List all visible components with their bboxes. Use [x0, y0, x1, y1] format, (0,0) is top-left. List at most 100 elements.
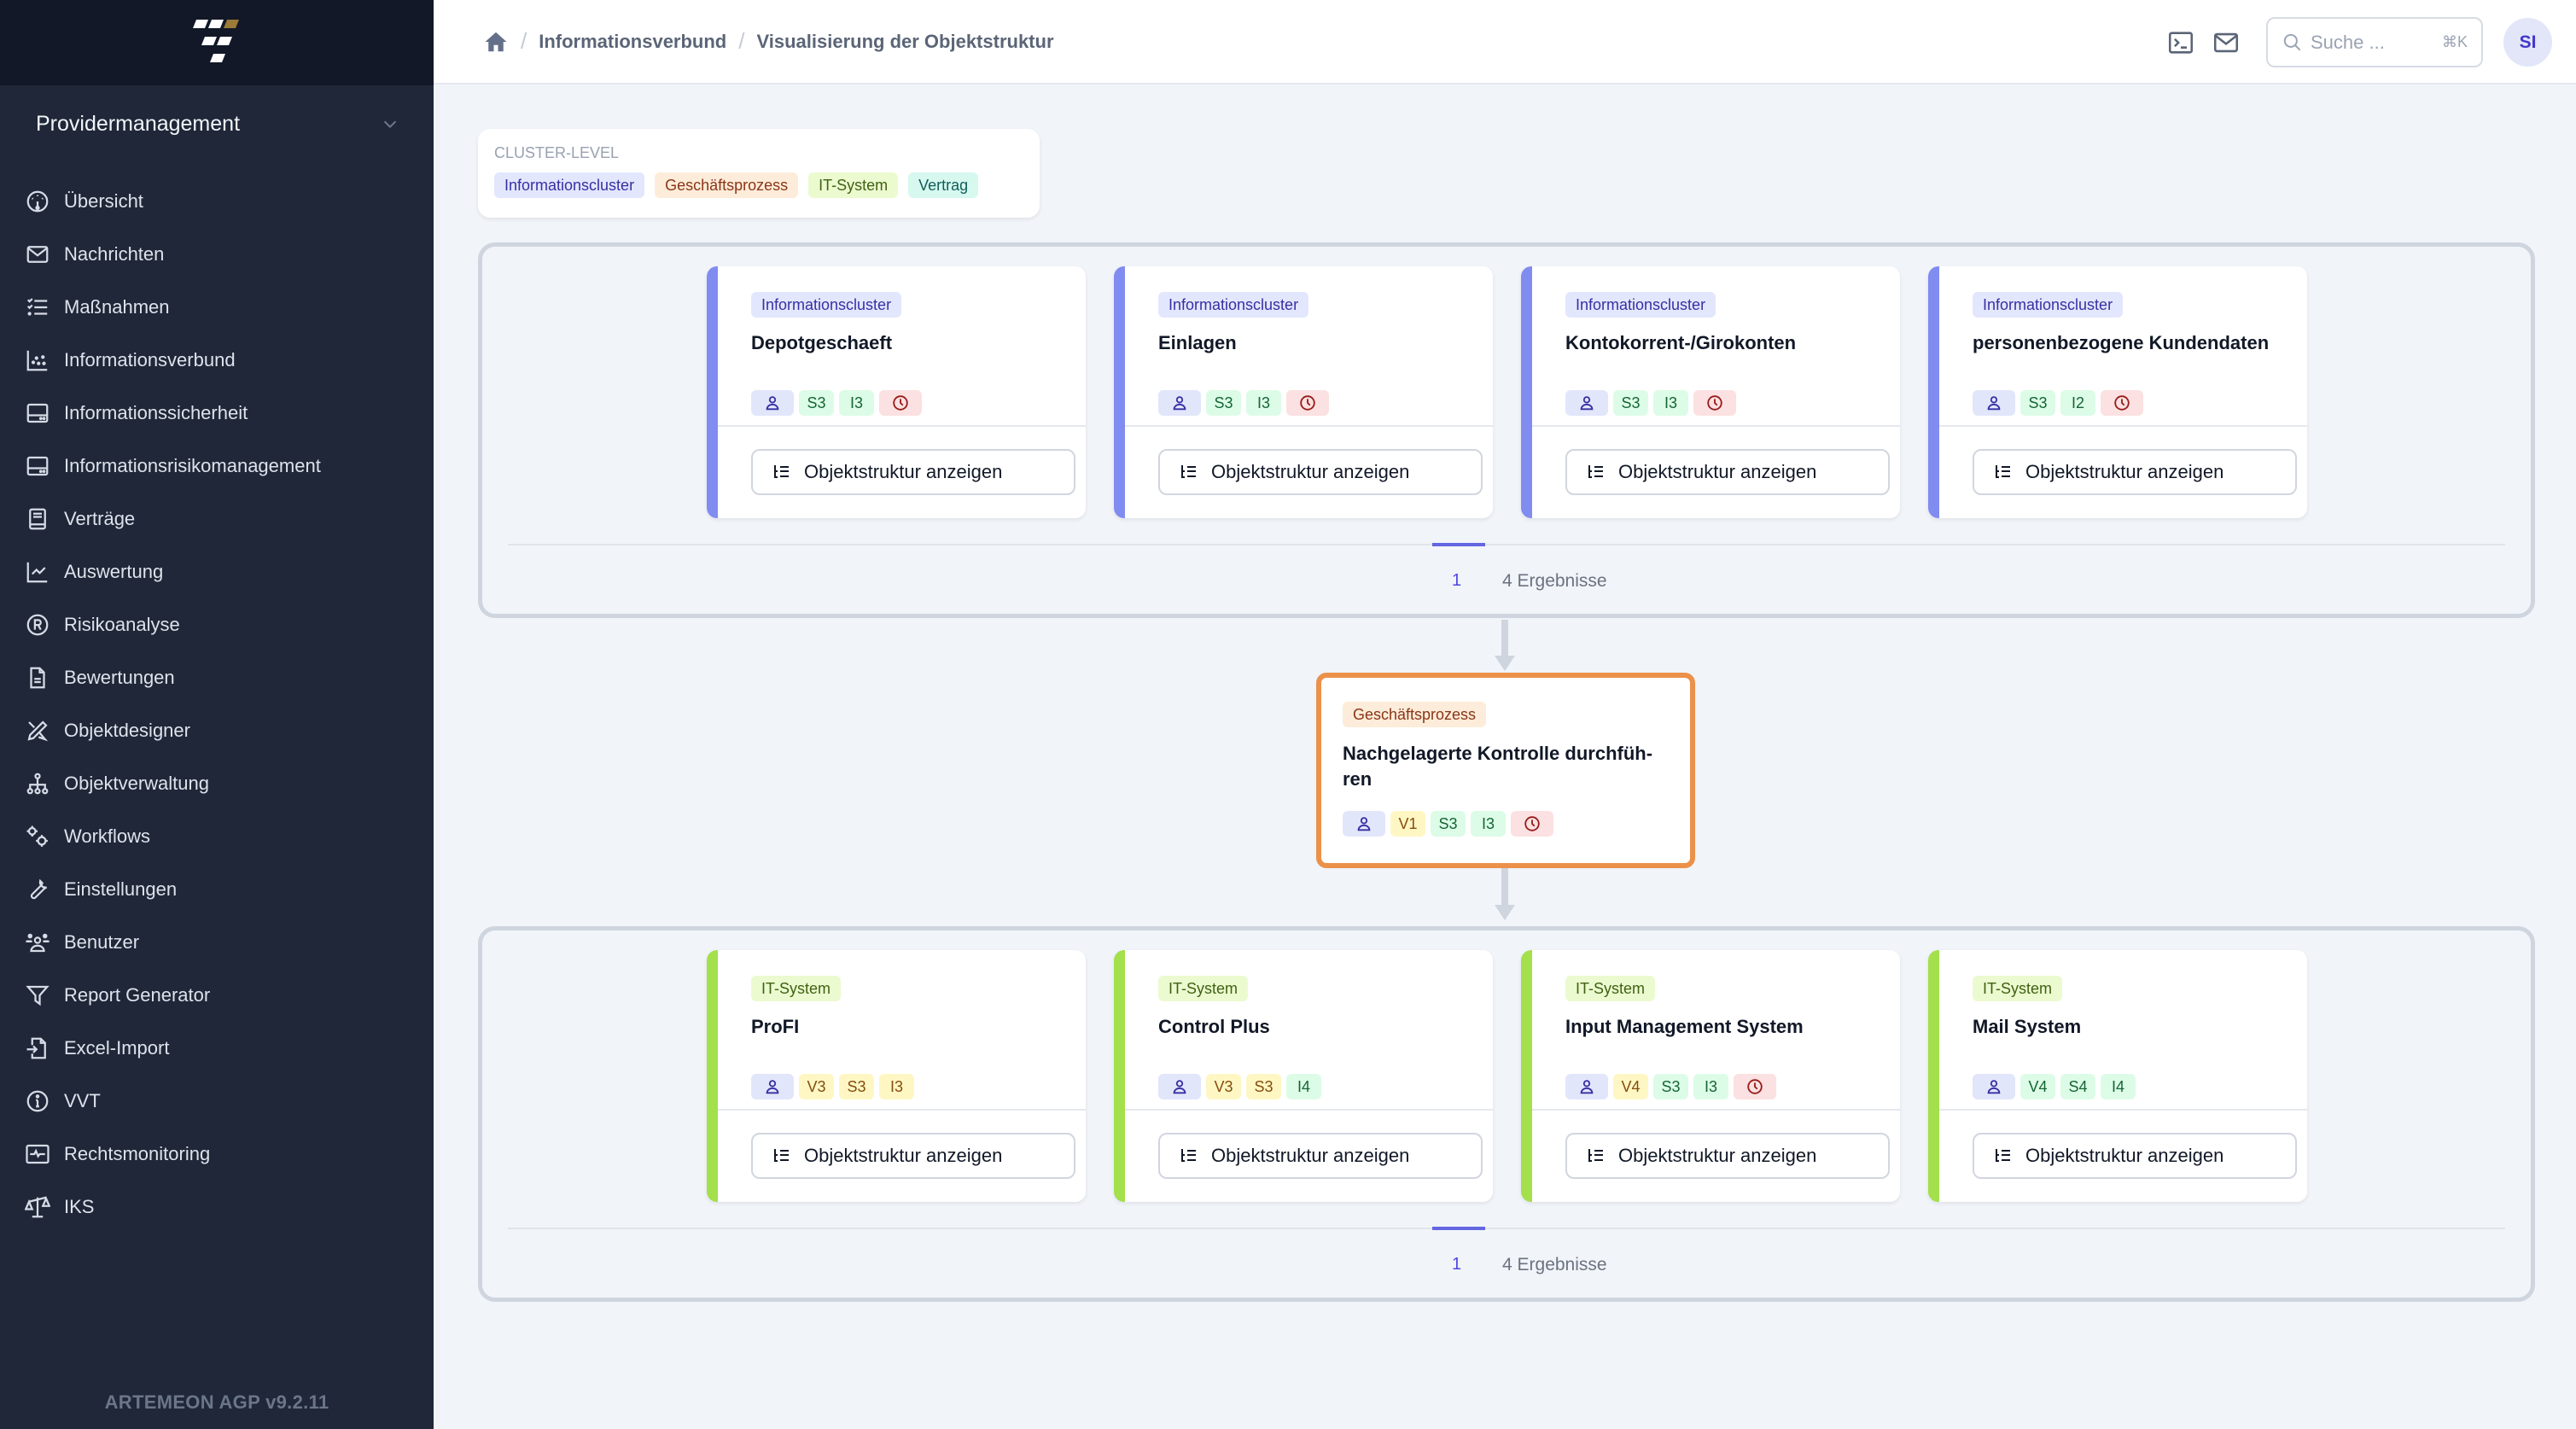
- button-label: Objektstruktur anzeigen: [1211, 1145, 1410, 1166]
- sidebar-item-objektdesigner[interactable]: Objektdesigner: [0, 704, 434, 757]
- sidebar-item-label: Objektverwaltung: [64, 773, 209, 794]
- sidebar-nav: Übersicht Nachrichten Maßnahmen Informat…: [0, 175, 434, 1234]
- protection-badges: S3 I3: [751, 390, 1086, 416]
- object-type-tag: IT-System: [1565, 976, 1656, 1001]
- card-footer: Objektstruktur anzeigen: [1928, 1111, 2307, 1179]
- object-card[interactable]: Informationscluster personenbezogene Kund…: [1928, 266, 2307, 518]
- pagination: 1 4 Ergebnisse: [508, 543, 2505, 595]
- sidebar-item-rechtsmonitoring[interactable]: Rechtsmonitoring: [0, 1128, 434, 1181]
- sidebar-item-report-generator[interactable]: Report Generator: [0, 969, 434, 1022]
- sidebar-item-vvt[interactable]: VVT: [0, 1075, 434, 1128]
- sidebar-item-label: VVT: [64, 1090, 101, 1111]
- object-card[interactable]: IT-System ProFI V3 S3 I3 Objektstruktur anzei…: [707, 950, 1086, 1202]
- object-card[interactable]: Informationscluster Depotgeschaeft S3 I3 Obj…: [707, 266, 1086, 518]
- show-object-structure-button[interactable]: Objektstruktur anzeigen: [1565, 449, 1890, 495]
- show-object-structure-button[interactable]: Objektstruktur anzeigen: [751, 449, 1075, 495]
- object-type-tag: IT-System: [751, 976, 842, 1001]
- owner-badge: [751, 1074, 794, 1099]
- object-card[interactable]: IT-System Mail System V4 S4 I4 Objektstruktur…: [1928, 950, 2307, 1202]
- object-title: Nachgelagerte Kontrolle durchfüh-ren: [1343, 743, 1653, 790]
- home-icon[interactable]: [483, 29, 509, 55]
- page-1-button[interactable]: 1: [1452, 571, 1461, 591]
- sidebar-item-informationssicherheit[interactable]: Informationssicherheit: [0, 387, 434, 440]
- sidebar-item-label: Report Generator: [64, 984, 211, 1006]
- sidebar-item-nachrichten[interactable]: Nachrichten: [0, 228, 434, 281]
- sidebar-item-iks[interactable]: IKS: [0, 1181, 434, 1234]
- legend-tag-vertrag: Vertrag: [908, 172, 979, 198]
- show-object-structure-button[interactable]: Objektstruktur anzeigen: [1973, 449, 2297, 495]
- breadcrumb-item-informationsverbund[interactable]: Informationsverbund: [539, 31, 726, 53]
- sidebar-item-uebersicht[interactable]: Übersicht: [0, 175, 434, 228]
- show-object-structure-button[interactable]: Objektstruktur anzeigen: [1565, 1133, 1890, 1179]
- protection-level-badge: S4: [2060, 1074, 2095, 1099]
- card-footer: Objektstruktur anzeigen: [1114, 1111, 1493, 1179]
- sidebar-item-label: Objektdesigner: [64, 720, 190, 741]
- card-body: IT-System Control Plus V3 S3 I4: [1125, 950, 1493, 1111]
- object-card[interactable]: Informationscluster Einlagen S3 I3 Objektstr…: [1114, 266, 1493, 518]
- show-object-structure-button[interactable]: Objektstruktur anzeigen: [1973, 1133, 2297, 1179]
- search-input[interactable]: Suche ... ⌘K: [2266, 17, 2483, 67]
- sidebar-item-informationsverbund[interactable]: Informationsverbund: [0, 334, 434, 387]
- scatter-chart-icon: [23, 346, 52, 375]
- parent-objects-group: Informationscluster Depotgeschaeft S3 I3 Obj…: [478, 242, 2535, 618]
- sidebar-item-einstellungen[interactable]: Einstellungen: [0, 863, 434, 916]
- show-object-structure-button[interactable]: Objektstruktur anzeigen: [1158, 449, 1483, 495]
- org-selector[interactable]: Providermanagement: [0, 85, 434, 162]
- info-circle-icon: [23, 1087, 52, 1116]
- tree-list-icon: [1181, 1149, 1196, 1162]
- protection-level-badge: S3: [799, 390, 834, 416]
- protection-level-badge: I3: [879, 1074, 914, 1099]
- terminal-button[interactable]: [2164, 26, 2198, 60]
- user-icon: [1987, 1080, 2001, 1094]
- card-list: IT-System ProFI V3 S3 I3 Objektstruktur anzei…: [707, 950, 2307, 1202]
- object-type-tag: Informationscluster: [1973, 292, 2124, 318]
- card-body: Informationscluster personenbezogene Kund…: [1939, 266, 2307, 427]
- top-bar: / Informationsverbund / Visualisierung d…: [434, 0, 2576, 85]
- focus-object-card[interactable]: Geschäftsprozess Nachgelagerte Kontrolle…: [1316, 673, 1695, 868]
- card-body: Informationscluster Kontokorrent-/Girokon…: [1532, 266, 1900, 427]
- sidebar-item-excel-import[interactable]: Excel-Import: [0, 1022, 434, 1075]
- envelope-icon: [2213, 32, 2239, 52]
- protection-badges: S3 I3: [1158, 390, 1493, 416]
- clock-icon: [2114, 395, 2130, 411]
- sidebar-item-label: Rechtsmonitoring: [64, 1143, 211, 1164]
- sidebar-item-objektverwaltung[interactable]: Objektverwaltung: [0, 757, 434, 810]
- page-1-button[interactable]: 1: [1452, 1255, 1461, 1274]
- show-object-structure-button[interactable]: Objektstruktur anzeigen: [1158, 1133, 1483, 1179]
- child-objects-group: IT-System ProFI V3 S3 I3 Objektstruktur anzei…: [478, 926, 2535, 1302]
- card-footer: Objektstruktur anzeigen: [1521, 1111, 1900, 1179]
- object-card[interactable]: IT-System Input Management System V4 S3 I3 Ob…: [1521, 950, 1900, 1202]
- user-icon: [766, 396, 779, 411]
- protection-badges: S3 I3: [1565, 390, 1900, 416]
- object-type-tag: Informationscluster: [1565, 292, 1716, 318]
- sidebar-item-bewertungen[interactable]: Bewertungen: [0, 651, 434, 704]
- line-chart-icon: [23, 557, 52, 586]
- object-card[interactable]: Informationscluster Kontokorrent-/Girokon…: [1521, 266, 1900, 518]
- sidebar-item-workflows[interactable]: Workflows: [0, 810, 434, 863]
- sidebar-item-risikoanalyse[interactable]: Risikoanalyse: [0, 598, 434, 651]
- messages-button[interactable]: [2209, 26, 2243, 60]
- dashboard-gauge-icon: [23, 187, 52, 216]
- logo[interactable]: [0, 0, 434, 85]
- overdue-badge: [1511, 811, 1553, 837]
- sidebar: Providermanagement Übersicht Nachrichten…: [0, 0, 434, 1429]
- sidebar-item-auswertung[interactable]: Auswertung: [0, 545, 434, 598]
- sidebar-item-vertraege[interactable]: Verträge: [0, 493, 434, 545]
- clock-icon: [1747, 1079, 1763, 1094]
- button-label: Objektstruktur anzeigen: [804, 1145, 1003, 1166]
- active-page-indicator: [1432, 543, 1485, 546]
- protection-level-badge: V1: [1390, 811, 1425, 837]
- legend-tag-it-system: IT-System: [808, 172, 899, 198]
- object-card[interactable]: IT-System Control Plus V3 S3 I4 Objektstruktu…: [1114, 950, 1493, 1202]
- show-object-structure-button[interactable]: Objektstruktur anzeigen: [751, 1133, 1075, 1179]
- sidebar-item-massnahmen[interactable]: Maßnahmen: [0, 281, 434, 334]
- user-avatar[interactable]: SI: [2503, 18, 2552, 67]
- sidebar-item-informationsrisikomanagement[interactable]: Informationsrisikomanagement: [0, 440, 434, 493]
- object-title: Control Plus: [1158, 1016, 1270, 1037]
- sidebar-item-label: Informationssicherheit: [64, 402, 248, 423]
- sidebar-item-label: Informationsrisikomanagement: [64, 455, 321, 476]
- pagination: 1 4 Ergebnisse: [508, 1227, 2505, 1279]
- sidebar-item-benutzer[interactable]: Benutzer: [0, 916, 434, 969]
- protection-level-badge: I3: [1653, 390, 1688, 416]
- legend-tag-geschaeftsprozess: Geschäftsprozess: [655, 172, 799, 198]
